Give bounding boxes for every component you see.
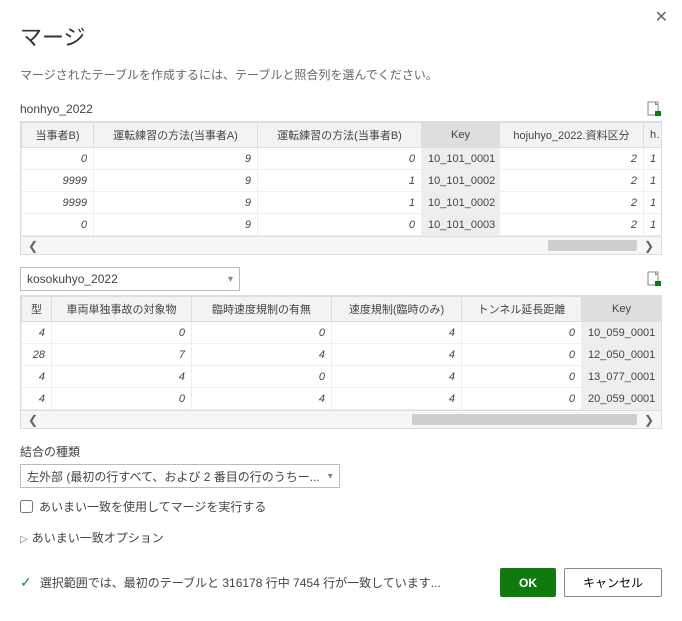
scroll-right-icon[interactable]: ❯ [637, 237, 661, 255]
table-cell[interactable]: 1 [258, 170, 422, 192]
fuzzy-match-checkbox[interactable]: あいまい一致を使用してマージを実行する [20, 498, 662, 515]
column-header[interactable]: トンネル延長距離 [462, 297, 582, 322]
table-cell[interactable]: 2 [500, 170, 644, 192]
table-cell[interactable]: 0 [258, 148, 422, 170]
table-cell[interactable]: 9 [94, 148, 258, 170]
table-cell[interactable]: 4 [52, 366, 192, 388]
chevron-down-icon: ▾ [228, 274, 233, 285]
table-cell[interactable]: 1 [644, 214, 662, 236]
table-cell[interactable]: 13_077_0001 [582, 366, 662, 388]
table-cell[interactable]: 9 [94, 170, 258, 192]
chevron-down-icon: ▾ [328, 471, 333, 482]
table-cell[interactable]: 0 [258, 214, 422, 236]
table-cell[interactable]: 4 [22, 366, 52, 388]
table-row[interactable]: 28744012_050_0001 [22, 344, 662, 366]
table-cell[interactable]: 10_101_0002 [422, 170, 500, 192]
table-cell[interactable]: 9999 [22, 170, 94, 192]
table-cell[interactable]: 4 [332, 322, 462, 344]
table-cell[interactable]: 20_059_0001 [582, 388, 662, 410]
table-cell[interactable]: 4 [192, 388, 332, 410]
table-cell[interactable]: 0 [462, 344, 582, 366]
column-header[interactable]: 臨時速度規制の有無 [192, 297, 332, 322]
table-cell[interactable]: 0 [462, 388, 582, 410]
table1-name: honhyo_2022 [20, 102, 93, 116]
column-header[interactable]: h [644, 123, 662, 148]
table-cell[interactable]: 1 [258, 192, 422, 214]
table-cell[interactable]: 2 [500, 148, 644, 170]
scroll-left-icon[interactable]: ❮ [21, 411, 45, 429]
column-header[interactable]: Key [582, 297, 662, 322]
table-cell[interactable]: 2 [500, 192, 644, 214]
table-cell[interactable]: 0 [192, 322, 332, 344]
table-row[interactable]: 99999110_101_000221 [22, 192, 662, 214]
table-cell[interactable]: 0 [462, 322, 582, 344]
table-cell[interactable]: 10_101_0001 [422, 148, 500, 170]
join-type-dropdown[interactable]: 左外部 (最初の行すべて、および 2 番目の行のうちー... ▾ [20, 464, 340, 488]
join-type-value: 左外部 (最初の行すべて、および 2 番目の行のうちー... [27, 468, 320, 485]
table-row[interactable]: 99999110_101_000221 [22, 170, 662, 192]
table-row[interactable]: 4044020_059_0001 [22, 388, 662, 410]
table-cell[interactable]: 0 [192, 366, 332, 388]
table-cell[interactable]: 4 [22, 388, 52, 410]
column-header[interactable]: Key [422, 123, 500, 148]
table-cell[interactable]: 0 [52, 388, 192, 410]
table-cell[interactable]: 4 [192, 344, 332, 366]
table-cell[interactable]: 1 [644, 170, 662, 192]
table2-grid[interactable]: 型車両単独事故の対象物臨時速度規制の有無速度規制(臨時のみ)トンネル延長距離Ke… [20, 295, 662, 429]
column-header[interactable]: 速度規制(臨時のみ) [332, 297, 462, 322]
table-cell[interactable]: 10_059_0001 [582, 322, 662, 344]
column-header[interactable]: 運転練習の方法(当事者B) [258, 123, 422, 148]
table-cell[interactable]: 1 [644, 192, 662, 214]
table-cell[interactable]: 28 [22, 344, 52, 366]
column-header[interactable]: hojuhyo_2022.資料区分 [500, 123, 644, 148]
fuzzy-options-expander[interactable]: ▷ あいまい一致オプション [20, 529, 662, 546]
table-cell[interactable]: 7 [52, 344, 192, 366]
join-type-label: 結合の種類 [20, 443, 662, 460]
table-cell[interactable]: 10_101_0003 [422, 214, 500, 236]
table-cell[interactable]: 10_101_0002 [422, 192, 500, 214]
table-cell[interactable]: 12_050_0001 [582, 344, 662, 366]
table-cell[interactable]: 9 [94, 214, 258, 236]
table-cell[interactable]: 0 [22, 148, 94, 170]
table-cell[interactable]: 4 [332, 366, 462, 388]
column-header[interactable]: 運転練習の方法(当事者A) [94, 123, 258, 148]
close-icon[interactable]: ✕ [655, 10, 668, 26]
table2-dropdown-value: kosokuhyo_2022 [27, 272, 118, 286]
table-row[interactable]: 09010_101_000321 [22, 214, 662, 236]
status-text: 選択範囲では、最初のテーブルと 316178 行中 7454 行が一致しています… [40, 574, 441, 591]
table1-hscroll[interactable]: ❮ ❯ [21, 236, 661, 254]
table-cell[interactable]: 9 [94, 192, 258, 214]
table-cell[interactable]: 0 [22, 214, 94, 236]
fuzzy-options-label: あいまい一致オプション [32, 531, 164, 545]
column-header[interactable]: 型 [22, 297, 52, 322]
table-cell[interactable]: 4 [332, 344, 462, 366]
table-cell[interactable]: 4 [22, 322, 52, 344]
dialog-title: マージ [20, 20, 662, 52]
table-cell[interactable]: 0 [52, 322, 192, 344]
table2-dropdown[interactable]: kosokuhyo_2022 ▾ [20, 267, 240, 291]
scroll-left-icon[interactable]: ❮ [21, 237, 45, 255]
table-row[interactable]: 4404013_077_0001 [22, 366, 662, 388]
table-cell[interactable]: 2 [500, 214, 644, 236]
cancel-button[interactable]: キャンセル [564, 568, 662, 597]
table1-grid[interactable]: 当事者B)運転練習の方法(当事者A)運転練習の方法(当事者B)Keyhojuhy… [20, 121, 662, 255]
fuzzy-match-label: あいまい一致を使用してマージを実行する [39, 498, 266, 515]
dialog-subtitle: マージされたテーブルを作成するには、テーブルと照合列を選んでください。 [20, 66, 662, 83]
fuzzy-match-input[interactable] [20, 500, 33, 513]
table-cell[interactable]: 4 [332, 388, 462, 410]
sheet-icon[interactable] [646, 271, 662, 287]
table-cell[interactable]: 0 [462, 366, 582, 388]
column-header[interactable]: 車両単独事故の対象物 [52, 297, 192, 322]
table-cell[interactable]: 1 [644, 148, 662, 170]
sheet-icon[interactable] [646, 101, 662, 117]
table-row[interactable]: 4004010_059_0001 [22, 322, 662, 344]
ok-button[interactable]: OK [500, 568, 556, 597]
check-icon: ✓ [20, 574, 32, 591]
table2-hscroll[interactable]: ❮ ❯ [21, 410, 661, 428]
scroll-right-icon[interactable]: ❯ [637, 411, 661, 429]
column-header[interactable]: 当事者B) [22, 123, 94, 148]
table-row[interactable]: 09010_101_000121 [22, 148, 662, 170]
table-cell[interactable]: 9999 [22, 192, 94, 214]
triangle-right-icon: ▷ [20, 534, 28, 545]
